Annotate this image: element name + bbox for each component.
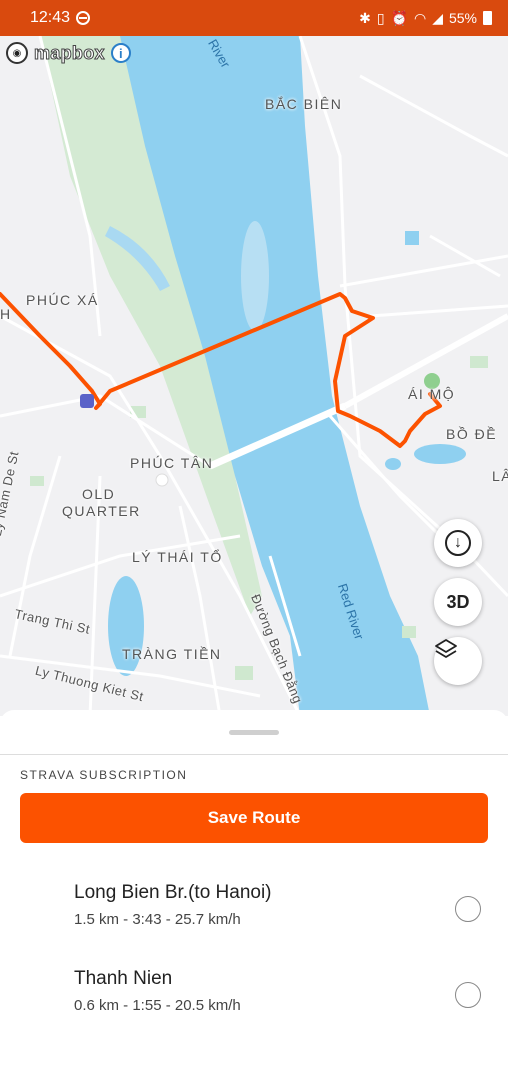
segment-stats: 1.5 km - 3:43 - 25.7 km/h bbox=[74, 911, 241, 928]
transit-marker bbox=[80, 394, 94, 408]
layers-icon bbox=[435, 639, 457, 658]
map-label-phuc-tan: PHÚC TÂN bbox=[130, 455, 214, 471]
segment-name: Long Bien Br.(to Hanoi) bbox=[74, 882, 272, 903]
layers-button[interactable] bbox=[434, 637, 482, 685]
map-label-bac-bien: BẮC BIÊN bbox=[265, 96, 343, 112]
3d-label: 3D bbox=[446, 591, 470, 612]
vibrate-icon: ▯ bbox=[376, 9, 385, 26]
info-icon[interactable]: i bbox=[110, 43, 131, 63]
mapbox-logo-icon: ◉ bbox=[6, 42, 28, 64]
map-label-edge-la: LÂ bbox=[492, 468, 508, 484]
segment-name: Thanh Nien bbox=[74, 968, 173, 989]
map-label-old: OLD bbox=[82, 486, 116, 502]
status-time: 12:43 bbox=[30, 9, 71, 26]
save-route-button[interactable]: Save Route bbox=[20, 793, 488, 843]
map-label-quarter: QUARTER bbox=[62, 503, 141, 519]
battery-icon bbox=[483, 11, 492, 25]
download-icon: ↓ bbox=[445, 530, 471, 556]
dnd-icon bbox=[76, 11, 91, 25]
sheet-divider bbox=[0, 754, 508, 755]
mapbox-wordmark: mapbox bbox=[34, 42, 106, 63]
bottom-sheet: STRAVA SUBSCRIPTION Save Route Long Bien… bbox=[0, 710, 508, 1080]
map-label-ai-mo: ÁI MỘ bbox=[408, 386, 456, 402]
segment-stats: 0.6 km - 1:55 - 20.5 km/h bbox=[74, 997, 241, 1014]
signal-icon: ◢ bbox=[432, 9, 443, 26]
download-button[interactable]: ↓ bbox=[434, 519, 482, 567]
sheet-drag-handle[interactable] bbox=[229, 730, 279, 735]
battery-percent: 55% bbox=[448, 10, 477, 26]
mapbox-attribution[interactable]: ◉ mapbox i bbox=[6, 42, 131, 64]
map-label-edge-h: H bbox=[0, 306, 12, 322]
status-bar: 12:43 ✱ ▯ ⏰ ◠ ◢ 55% bbox=[0, 0, 508, 36]
wifi-icon: ◠ bbox=[413, 9, 427, 26]
subscription-label: STRAVA SUBSCRIPTION bbox=[20, 768, 188, 782]
map-label-trang-tien: TRÀNG TIỀN bbox=[122, 646, 222, 662]
route-map[interactable]: BẮC BIÊN PHÚC XÁ H PHÚC TÂN OLD QUARTER … bbox=[0, 36, 508, 716]
alarm-icon: ⏰ bbox=[390, 9, 408, 26]
segment-radio[interactable] bbox=[455, 982, 481, 1008]
3d-toggle-button[interactable]: 3D bbox=[434, 578, 482, 626]
bluetooth-icon: ✱ bbox=[359, 9, 371, 26]
map-label-ly-thai-to: LÝ THÁI TỔ bbox=[132, 549, 223, 565]
segment-item-thanh-nien[interactable]: Thanh Nien 0.6 km - 1:55 - 20.5 km/h bbox=[0, 968, 508, 1038]
segment-item-long-bien[interactable]: Long Bien Br.(to Hanoi) 1.5 km - 3:43 - … bbox=[0, 882, 508, 952]
map-label-phuc-xa: PHÚC XÁ bbox=[26, 292, 99, 308]
segment-radio[interactable] bbox=[455, 896, 481, 922]
map-label-bo-de: BỒ ĐỀ bbox=[446, 426, 498, 442]
